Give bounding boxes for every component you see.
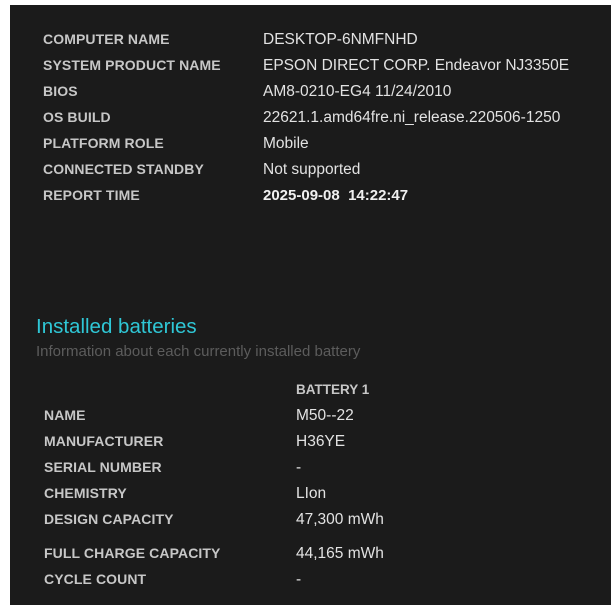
battery-value: 47,300 mWh [296,511,384,528]
info-label: REPORT TIME [43,187,140,203]
battery-value: M50--22 [296,407,354,424]
battery-label: FULL CHARGE CAPACITY [44,545,221,561]
info-row-connected-standby: CONNECTED STANDBY Not supported [10,161,611,185]
info-label: OS BUILD [43,109,111,125]
battery-label: SERIAL NUMBER [44,459,162,475]
battery-label: MANUFACTURER [44,433,164,449]
battery-value: 44,165 mWh [296,545,384,562]
info-label: PLATFORM ROLE [43,135,164,151]
battery-row-design-capacity: DESIGN CAPACITY 47,300 mWh [10,511,611,535]
info-label: BIOS [43,83,78,99]
battery-report-page: COMPUTER NAME DESKTOP-6NMFNHD SYSTEM PRO… [0,0,612,612]
battery-row-full-charge-capacity: FULL CHARGE CAPACITY 44,165 mWh [10,545,611,569]
info-value: AM8-0210-EG4 11/24/2010 [263,83,452,100]
battery-label: DESIGN CAPACITY [44,511,174,527]
battery-row-manufacturer: MANUFACTURER H36YE [10,433,611,457]
info-value: DESKTOP-6NMFNHD [263,31,418,48]
info-row-computer-name: COMPUTER NAME DESKTOP-6NMFNHD [10,31,611,55]
battery-row-serial-number: SERIAL NUMBER - [10,459,611,483]
info-value: 22621.1.amd64fre.ni_release.220506-1250 [263,109,561,126]
info-label: SYSTEM PRODUCT NAME [43,57,221,73]
battery-row-cycle-count: CYCLE COUNT - [10,571,611,595]
info-row-os-build: OS BUILD 22621.1.amd64fre.ni_release.220… [10,109,611,133]
battery-row-name: NAME M50--22 [10,407,611,431]
battery-label: CHEMISTRY [44,485,127,501]
info-label: COMPUTER NAME [43,31,170,47]
report-panel: COMPUTER NAME DESKTOP-6NMFNHD SYSTEM PRO… [10,5,611,605]
info-value: Not supported [263,161,361,178]
section-subtitle: Information about each currently install… [36,343,361,360]
battery-value: - [296,459,302,476]
section-title: Installed batteries [36,315,197,338]
info-row-report-time: REPORT TIME 2025-09-08 14:22:47 [10,187,611,211]
battery-label: NAME [44,407,86,423]
battery-label: CYCLE COUNT [44,571,147,587]
info-label: CONNECTED STANDBY [43,161,204,177]
battery-value: LIon [296,485,327,502]
info-value: EPSON DIRECT CORP. Endeavor NJ3350E [263,57,570,74]
info-row-bios: BIOS AM8-0210-EG4 11/24/2010 [10,83,611,107]
info-value: 2025-09-08 14:22:47 [263,187,409,204]
battery-column-header: BATTERY 1 [296,382,370,397]
info-row-platform-role: PLATFORM ROLE Mobile [10,135,611,159]
battery-value: H36YE [296,433,346,450]
info-row-system-product-name: SYSTEM PRODUCT NAME EPSON DIRECT CORP. E… [10,57,611,81]
info-value: Mobile [263,135,309,152]
battery-value: - [296,571,302,588]
battery-row-chemistry: CHEMISTRY LIon [10,485,611,509]
